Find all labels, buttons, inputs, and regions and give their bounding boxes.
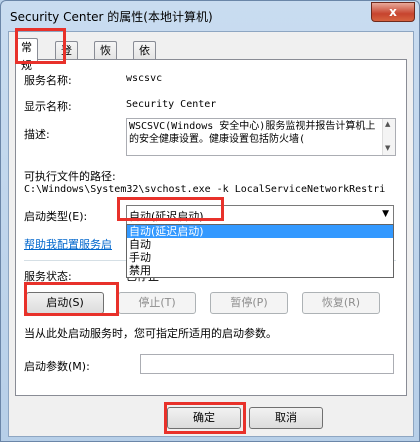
startup-option-delayed[interactable]: 自动(延迟启动) (127, 225, 393, 238)
display-name-label: 显示名称: (24, 100, 72, 113)
highlight-tab-general (15, 28, 66, 64)
general-panel: 服务名称: wscsvc 显示名称: Security Center 描述: W… (15, 59, 407, 396)
start-params-hint: 当从此处启动服务时，您可指定所适用的启动参数。 (24, 327, 277, 340)
startup-option-disabled[interactable]: 禁用 (127, 264, 393, 277)
tab-recovery[interactable]: 恢复 (94, 41, 117, 75)
highlight-ok-button (164, 402, 246, 434)
startup-type-label: 启动类型(E): (24, 210, 88, 223)
resume-button[interactable]: 恢复(R) (302, 292, 380, 314)
scroll-up-icon[interactable]: ▲ (385, 120, 390, 128)
stop-button[interactable]: 停止(T) (118, 292, 196, 314)
pause-button[interactable]: 暂停(P) (210, 292, 288, 314)
highlight-startup-type (117, 197, 224, 221)
display-name-value: Security Center (126, 99, 217, 110)
tab-dependencies[interactable]: 依存关系 (133, 41, 156, 111)
scroll-down-icon[interactable]: ▼ (385, 144, 390, 152)
window-title: Security Center 的属性(本地计算机) (10, 10, 213, 24)
exe-path-value: C:\Windows\System32\svchost.exe -k Local… (24, 184, 386, 195)
cancel-button[interactable]: 取消 (249, 407, 323, 429)
description-text: WSCSVC(Windows 安全中心)服务监视并报告计算机上的安全健康设置。健… (129, 121, 376, 145)
description-scrollbar[interactable]: ▲ ▼ (382, 119, 395, 155)
pause-button-label: 暂停(P) (230, 296, 268, 309)
stop-button-label: 停止(T) (138, 296, 176, 309)
startup-option-manual[interactable]: 手动 (127, 251, 393, 264)
startup-type-dropdown: 自动(延迟启动) 自动 手动 禁用 (126, 224, 394, 278)
description-label: 描述: (24, 128, 50, 141)
title-bar: Security Center 的属性(本地计算机) x (1, 1, 419, 29)
highlight-start-button (24, 282, 119, 316)
dialog-client: 常规 登录 恢复 依存关系 服务名称: wscsvc 显示名称: Securit… (8, 31, 414, 437)
close-icon: x (389, 5, 397, 19)
description-box[interactable]: WSCSVC(Windows 安全中心)服务监视并报告计算机上的安全健康设置。健… (126, 118, 396, 156)
start-params-label: 启动参数(M): (24, 360, 90, 373)
start-params-input[interactable] (140, 354, 394, 374)
close-button[interactable]: x (371, 2, 415, 22)
exe-path-label: 可执行文件的路径: (24, 170, 116, 183)
help-configure-link[interactable]: 帮助我配置服务启 (24, 236, 112, 252)
chevron-down-icon[interactable]: ▼ (382, 209, 389, 219)
properties-window: Security Center 的属性(本地计算机) x 常规 登录 恢复 依存… (0, 0, 420, 442)
startup-option-auto[interactable]: 自动 (127, 238, 393, 251)
service-name-value: wscsvc (126, 73, 163, 84)
resume-button-label: 恢复(R) (321, 296, 361, 309)
cancel-button-label: 取消 (275, 411, 297, 424)
